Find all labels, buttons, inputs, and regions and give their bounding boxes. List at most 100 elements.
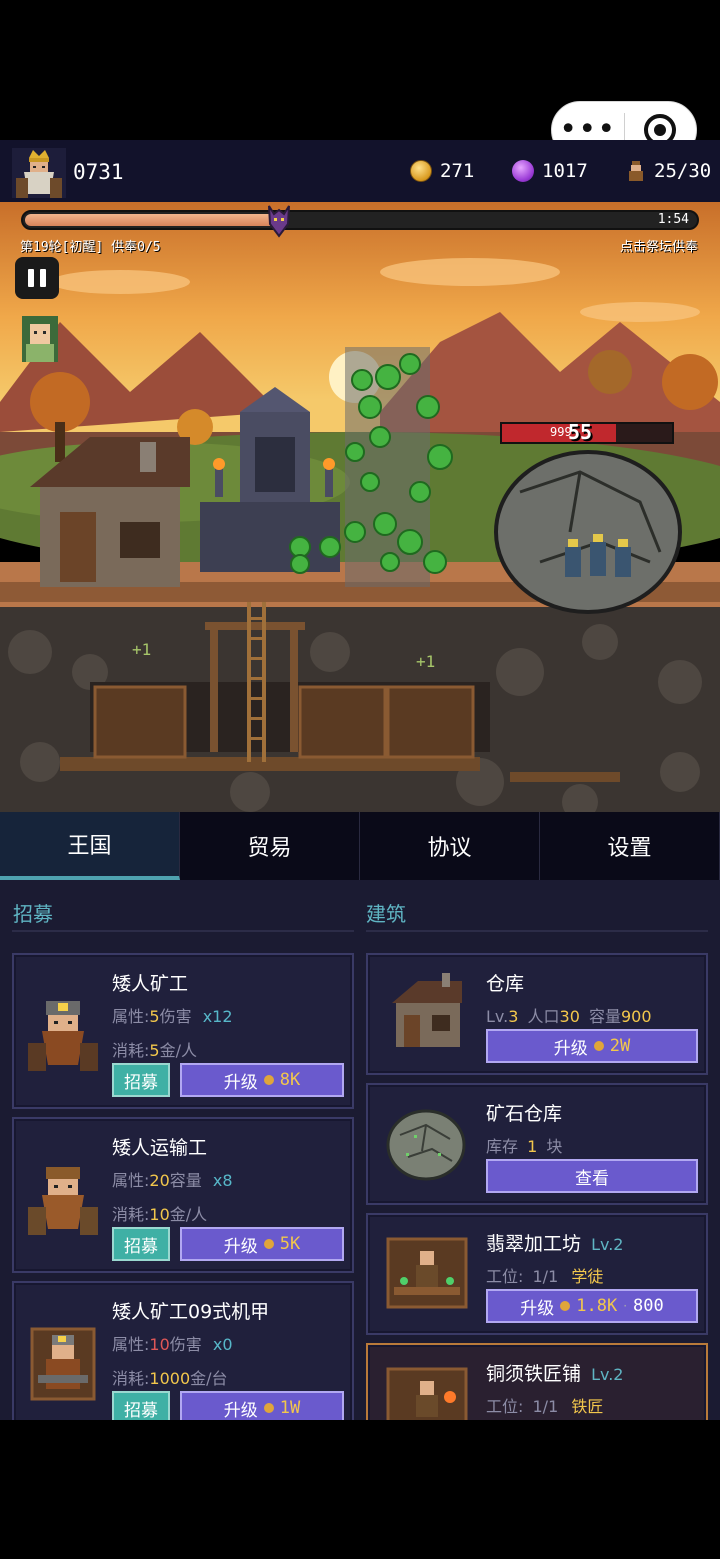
upgrade-label: 升级	[223, 1236, 258, 1257]
workstation-label: 工位:	[486, 1397, 524, 1416]
ore-boulder-portrait	[386, 1109, 466, 1181]
dwarf-mech-portrait	[30, 1327, 96, 1401]
tab-kingdom[interactable]: 王国	[0, 812, 180, 880]
worker-type: 学徒	[571, 1267, 604, 1286]
cost-label: 消耗:	[112, 1041, 150, 1060]
unit-attribute: 属性:10伤害 x0	[112, 1331, 233, 1355]
capacity-value: 900	[621, 1007, 652, 1026]
population-value: 25/30	[654, 160, 712, 182]
recruit-button[interactable]: 招募	[112, 1227, 170, 1261]
income-popup: +1	[416, 652, 436, 671]
upgrade-label: 升级	[520, 1298, 555, 1319]
upgrade-button[interactable]: 升级 1.8K · 800	[486, 1289, 698, 1323]
building-section-title: 建筑	[366, 902, 406, 926]
building-name: 仓库	[486, 973, 525, 995]
recruit-button[interactable]: 招募	[112, 1391, 170, 1420]
recruit-button[interactable]: 招募	[112, 1063, 170, 1097]
main-tabs: 王国 贸易 协议 设置	[0, 812, 720, 880]
bottom-safe-area	[0, 1420, 720, 1559]
stock-label: 库存	[486, 1137, 519, 1156]
unit-count: x12	[202, 1007, 233, 1026]
workstation-label: 工位:	[486, 1267, 524, 1286]
level-value: 3	[508, 1007, 519, 1026]
stock-unit: 块	[546, 1137, 563, 1156]
warehouse-portrait	[392, 973, 462, 1047]
upgrade-button[interactable]: 升级 2W	[486, 1029, 698, 1063]
unit-cost: 消耗:5金/人	[112, 1037, 197, 1061]
attr-value: 5	[149, 1007, 160, 1026]
cost-value: 1000	[149, 1369, 191, 1388]
building-level: Lv.2	[591, 1235, 624, 1254]
population-counter: 25/30	[626, 160, 711, 182]
attr-label: 属性:	[112, 1007, 150, 1026]
unit-name: 矮人矿工09式机甲	[112, 1301, 270, 1323]
building-divider	[366, 930, 708, 932]
blacksmith-portrait	[386, 1367, 468, 1420]
level-label: Lv.	[486, 1007, 509, 1026]
altar-tap-hint: 点击祭坛供奉	[619, 240, 698, 255]
demon-boss-marker-icon	[268, 205, 290, 238]
workstation-value: 1/1	[532, 1267, 559, 1286]
gem-counter: 1017	[512, 160, 588, 182]
round-timer: 1:54	[657, 212, 689, 227]
workstation-info: 工位: 1/1 学徒	[486, 1263, 603, 1287]
dwarf-population-icon	[629, 161, 643, 181]
ore-stock: 库存 1 块	[486, 1133, 562, 1157]
gold-counter: 271	[410, 160, 474, 182]
pause-button[interactable]	[15, 257, 59, 299]
attr-label: 属性:	[112, 1171, 150, 1190]
elf-advisor-avatar[interactable]	[18, 312, 62, 366]
unit-card-dwarf-miner: 矮人矿工 属性:5伤害 x12 消耗:5金/人 招募 升级 8K	[12, 953, 354, 1109]
scene-background	[0, 202, 720, 812]
upgrade-button[interactable]: 升级 1W	[180, 1391, 344, 1420]
upgrade-cost: 1W	[279, 1398, 301, 1418]
unit-count: x0	[212, 1335, 233, 1354]
tab-settings[interactable]: 设置	[540, 812, 720, 880]
pause-icon	[28, 269, 34, 287]
building-name: 翡翠加工坊	[486, 1233, 582, 1255]
jade-workshop-portrait	[386, 1237, 468, 1309]
damage-number: 55	[568, 420, 593, 444]
upgrade-label: 升级	[553, 1038, 588, 1059]
upgrade-cost-secondary: 800	[633, 1296, 664, 1316]
view-ore-button[interactable]: 查看	[486, 1159, 698, 1193]
attr-type: 容量	[169, 1171, 202, 1190]
building-stats: Lv.3 人口30 容量900	[486, 1003, 652, 1027]
gold-coin-icon	[410, 160, 432, 182]
stock-value: 1	[527, 1137, 538, 1156]
round-progress-bar: 1:54	[21, 210, 699, 230]
purple-gem-icon	[512, 160, 534, 182]
unit-attribute: 属性:5伤害 x12	[112, 1003, 233, 1027]
dwarf-king-avatar[interactable]	[12, 148, 66, 198]
upgrade-cost: 1.8K	[576, 1296, 618, 1316]
upgrade-button[interactable]: 升级 5K	[180, 1227, 344, 1261]
cost-unit: 金/人	[159, 1041, 197, 1060]
building-name-with-level: 铜须铁匠铺 Lv.2	[486, 1359, 623, 1386]
capacity-label: 容量	[588, 1007, 621, 1026]
attr-label: 属性:	[112, 1335, 150, 1354]
unit-card-dwarf-transporter: 矮人运输工 属性:20容量 x8 消耗:10金/人 招募 升级 5K	[12, 1117, 354, 1273]
building-name: 矿石仓库	[486, 1103, 563, 1125]
gold-value: 271	[440, 160, 475, 182]
building-level: Lv.2	[591, 1365, 624, 1384]
cost-value: 5	[149, 1041, 160, 1060]
population-label: 人口	[527, 1007, 560, 1026]
recruit-section-title: 招募	[13, 902, 53, 926]
tab-trade[interactable]: 贸易	[180, 812, 360, 880]
attr-value: 20	[149, 1171, 170, 1190]
upgrade-button[interactable]: 升级 8K	[180, 1063, 344, 1097]
unit-name: 矮人运输工	[112, 1137, 208, 1159]
upgrade-label: 升级	[223, 1400, 258, 1421]
game-scene[interactable]: 1:54 第19轮[初醒] 供奉0/5 点击祭坛供奉 999 55 +1 +1	[0, 202, 720, 812]
status-bar: 0731 271 1017 25/30	[0, 140, 720, 202]
attr-type: 伤害	[159, 1007, 192, 1026]
building-card-blacksmith: 铜须铁匠铺 Lv.2 工位: 1/1 铁匠	[366, 1343, 708, 1420]
unit-cost: 消耗:1000金/台	[112, 1365, 228, 1389]
tab-protocol[interactable]: 协议	[360, 812, 540, 880]
upgrade-cost: 2W	[609, 1036, 631, 1056]
unit-attribute: 属性:20容量 x8	[112, 1167, 233, 1191]
population-value: 30	[559, 1007, 580, 1026]
gold-coin-icon	[263, 1403, 274, 1413]
gem-value: 1017	[542, 160, 588, 182]
dwarf-transporter-portrait	[28, 1167, 98, 1235]
